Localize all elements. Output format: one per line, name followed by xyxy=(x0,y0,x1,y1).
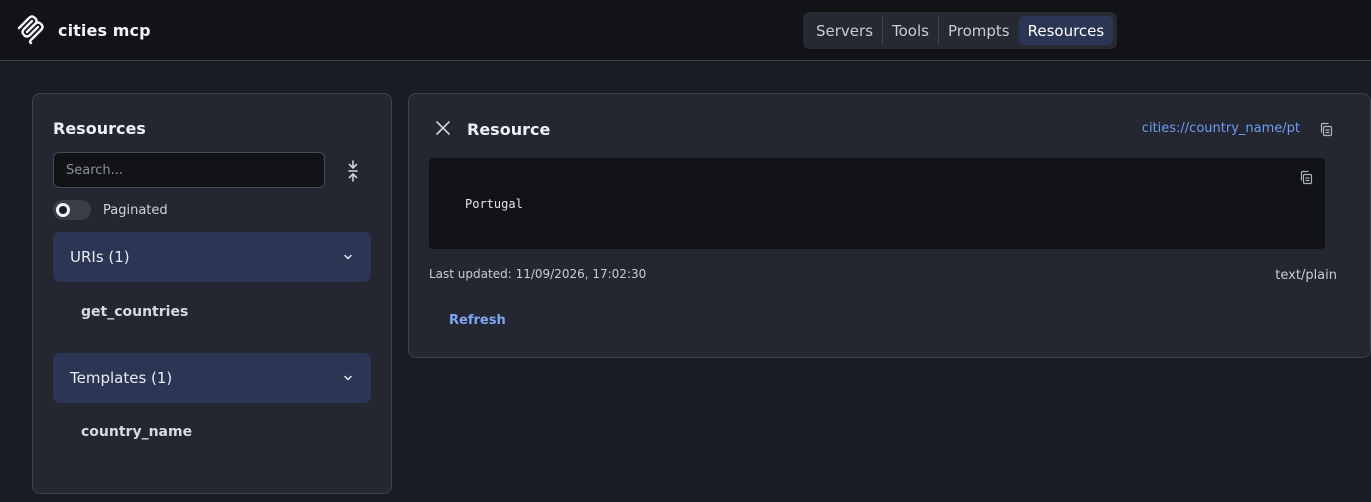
search-input[interactable] xyxy=(53,152,325,188)
tab-prompts[interactable]: Prompts xyxy=(937,16,1019,45)
copy-icon[interactable] xyxy=(1319,122,1334,137)
refresh-button[interactable]: Refresh xyxy=(439,306,516,334)
resources-panel: Resources Paginated URIs (1) get_countri… xyxy=(32,93,392,494)
app-name: cities mcp xyxy=(58,20,151,40)
resource-content: Portugal xyxy=(465,197,523,211)
last-updated-text: Last updated: 11/09/2026, 17:02:30 xyxy=(429,267,647,281)
templates-section-label: Templates (1) xyxy=(70,369,173,387)
resource-item-get-countries[interactable]: get_countries xyxy=(81,304,188,320)
brand[interactable]: cities mcp xyxy=(16,15,151,45)
paginated-toggle[interactable] xyxy=(53,200,91,220)
toggle-knob xyxy=(56,203,70,217)
uris-section-header[interactable]: URIs (1) xyxy=(53,232,371,282)
resource-uri-link[interactable]: cities://country_name/pt xyxy=(1142,121,1300,136)
tab-tools[interactable]: Tools xyxy=(882,16,938,45)
main-nav: Servers Tools Prompts Resources xyxy=(803,12,1118,49)
mcp-logo-icon xyxy=(17,15,44,45)
chevron-down-icon xyxy=(344,375,352,381)
tab-resources[interactable]: Resources xyxy=(1018,16,1114,45)
copy-content-icon[interactable] xyxy=(1299,170,1314,185)
resource-content-box: Portugal xyxy=(429,158,1325,249)
templates-section-header[interactable]: Templates (1) xyxy=(53,353,371,403)
chevron-down-icon xyxy=(344,254,352,260)
template-item-country-name[interactable]: country_name xyxy=(81,424,192,440)
paginated-label: Paginated xyxy=(103,203,168,218)
uris-section-label: URIs (1) xyxy=(70,248,130,266)
collapse-vertical-icon[interactable] xyxy=(343,160,363,182)
top-bar: cities mcp Servers Tools Prompts Resourc… xyxy=(0,0,1371,61)
tab-servers[interactable]: Servers xyxy=(807,16,882,45)
mime-type-text: text/plain xyxy=(1275,268,1337,283)
close-icon[interactable] xyxy=(434,119,452,137)
resource-title: Resource xyxy=(467,120,551,139)
resource-detail-panel: Resource cities://country_name/pt Portug… xyxy=(408,93,1371,358)
resources-title: Resources xyxy=(53,119,146,138)
